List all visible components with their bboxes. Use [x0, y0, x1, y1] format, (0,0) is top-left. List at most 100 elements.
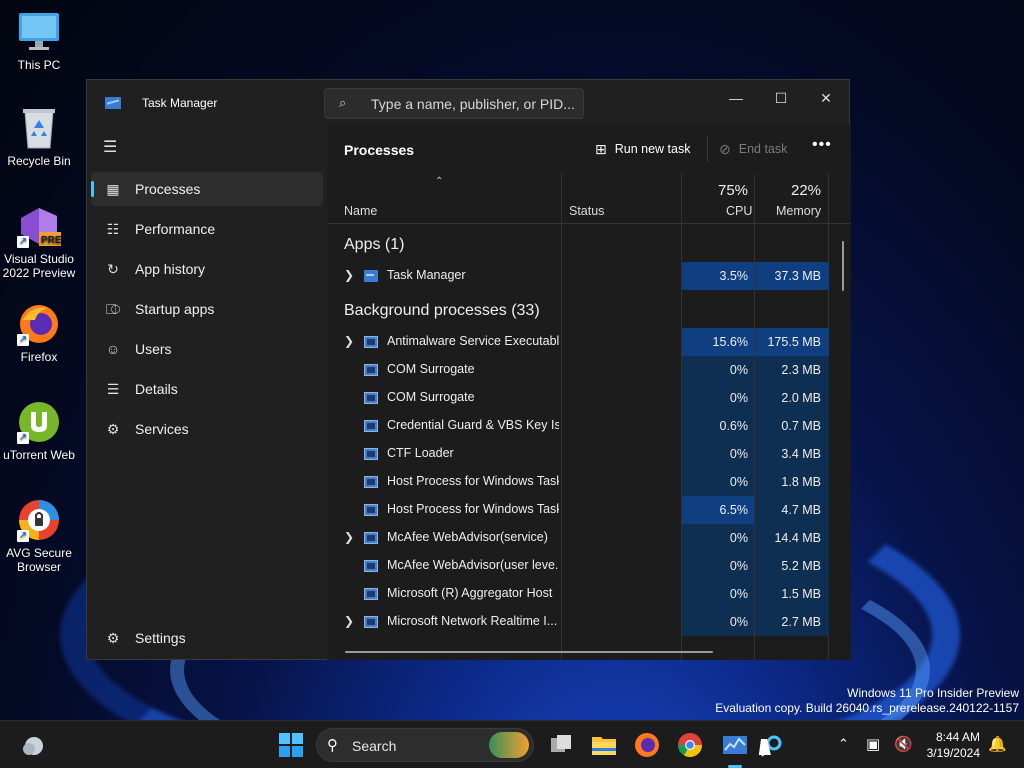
table-row[interactable]: Microsoft (R) Aggregator Host 0% 1.5 MB [327, 580, 851, 608]
column-memory[interactable]: Memory [776, 204, 821, 218]
nav-item-details[interactable]: ☰ Details [91, 372, 323, 406]
desktop-icon-visual-studio[interactable]: PRE ↗ Visual Studio 2022 Preview [0, 204, 78, 280]
desktop-icon-label: This PC [17, 58, 61, 72]
nav-item-label: App history [135, 261, 206, 277]
nav-item-users[interactable]: ☺ Users [91, 332, 323, 366]
utorrent-icon: ↗ [17, 400, 61, 444]
nav-item-processes[interactable]: ▦ Processes [91, 172, 323, 206]
process-cpu: 0% [682, 580, 754, 608]
taskbar: ⚲ Search ⌃ ▣ 🔇 8:44 AM 3/19/2024 🔔 [0, 720, 1024, 768]
network-icon[interactable]: ▣ [866, 735, 880, 768]
table-row[interactable]: ❯ Antimalware Service Executable 15.6% 1… [327, 328, 851, 356]
table-row[interactable]: Host Process for Windows Tasks 6.5% 4.7 … [327, 496, 851, 524]
monitor-icon [17, 10, 61, 54]
nav-item-startup-apps[interactable]: ⎄ Startup apps [91, 292, 323, 326]
table-row[interactable]: McAfee WebAdvisor(user leve... 0% 5.2 MB [327, 552, 851, 580]
horizontal-scrollbar[interactable] [345, 651, 713, 653]
close-button[interactable]: ✕ [804, 84, 848, 112]
end-task-button[interactable]: ⊘ End task [719, 134, 787, 164]
group-header-apps: Apps (1) [344, 236, 405, 253]
chevron-right-icon[interactable]: ❯ [344, 334, 354, 348]
chevron-right-icon[interactable]: ❯ [344, 268, 354, 282]
table-row[interactable]: ❯ McAfee WebAdvisor(service) 0% 14.4 MB [327, 524, 851, 552]
table-row[interactable]: Credential Guard & VBS Key Is... 0.6% 0.… [327, 412, 851, 440]
startup-icon: ⎄ [105, 300, 121, 317]
start-icon[interactable] [276, 730, 306, 760]
widgets-icon[interactable] [18, 730, 48, 760]
process-cpu: 3.5% [682, 262, 754, 290]
nav-item-settings[interactable]: ⚙ Settings [91, 621, 323, 655]
hamburger-menu-icon[interactable]: ☰ [103, 140, 119, 156]
file-explorer-icon[interactable] [589, 730, 619, 760]
users-icon: ☺ [105, 341, 121, 357]
notification-bell-icon[interactable]: 🔔 [988, 735, 1007, 768]
volume-muted-icon[interactable]: 🔇 [894, 735, 913, 768]
run-new-task-button[interactable]: ⊞ Run new task [595, 134, 690, 164]
desktop-icon-firefox[interactable]: ↗ Firefox [0, 302, 78, 364]
more-options-button[interactable]: ••• [812, 136, 832, 154]
process-memory: 37.3 MB [755, 262, 829, 290]
end-task-label: End task [738, 142, 788, 156]
pre-badge: PRE [41, 235, 62, 246]
search-box[interactable]: ⌕ [324, 88, 584, 119]
task-view-icon[interactable] [546, 730, 576, 760]
chrome-icon[interactable] [675, 730, 705, 760]
desktop-icon-utorrent[interactable]: ↗ uTorrent Web [0, 400, 78, 462]
column-name[interactable]: Name [344, 204, 377, 218]
services-icon: ⚙ [106, 420, 120, 437]
table-row[interactable]: ❯ Task Manager 3.5% 37.3 MB [327, 262, 851, 290]
settings-label: Settings [135, 630, 186, 646]
process-name: Host Process for Windows Tasks [387, 502, 559, 516]
table-row[interactable]: COM Surrogate 0% 2.0 MB [327, 384, 851, 412]
table-row[interactable]: Host Process for Windows Tasks 0% 1.8 MB [327, 468, 851, 496]
process-memory: 175.5 MB [755, 328, 829, 356]
column-status[interactable]: Status [569, 204, 604, 218]
process-name: COM Surrogate [387, 362, 475, 376]
table-row[interactable]: COM Surrogate 0% 2.3 MB [327, 356, 851, 384]
process-cpu: 0% [682, 356, 754, 384]
nav-item-performance[interactable]: ☷ Performance [91, 212, 323, 246]
firefox-icon[interactable] [632, 730, 662, 760]
sort-ascending-icon: ⌃ [435, 176, 444, 187]
nav-item-label: Processes [135, 181, 201, 197]
task-manager-icon [105, 97, 121, 109]
column-cpu[interactable]: CPU [726, 204, 752, 218]
performance-icon: ☷ [106, 220, 120, 237]
shortcut-arrow-icon: ↗ [17, 530, 29, 542]
processes-panel: Processes ⊞ Run new task ⊘ End task ••• … [327, 124, 851, 660]
show-hidden-icons-button[interactable]: ⌃ [838, 736, 849, 768]
end-task-icon: ⊘ [719, 140, 731, 157]
nav-item-app-history[interactable]: ↻ App history [91, 252, 323, 286]
watermark-line-2: Evaluation copy. Build 26040.rs_prerelea… [715, 701, 1019, 715]
nav-item-services[interactable]: ⚙ Services [91, 412, 323, 446]
task-manager-window: Task Manager ⌕ — ☐ ✕ ☰ ▦ Processes ☷ Per… [86, 79, 851, 660]
desktop-icon-this-pc[interactable]: This PC [0, 10, 78, 72]
table-row[interactable]: CTF Loader 0% 3.4 MB [327, 440, 851, 468]
desktop-icon-avg-browser[interactable]: ↗ AVG Secure Browser [0, 498, 78, 574]
process-cpu: 0% [682, 524, 754, 552]
search-input[interactable] [371, 94, 576, 114]
vertical-scrollbar[interactable] [842, 241, 844, 291]
maximize-button[interactable]: ☐ [759, 84, 803, 112]
process-name: Task Manager [387, 268, 466, 282]
cpu-total-percent: 75% [718, 182, 749, 199]
visual-studio-icon: PRE ↗ [17, 204, 62, 248]
system-clock[interactable]: 8:44 AM 3/19/2024 [927, 729, 980, 761]
chevron-right-icon[interactable]: ❯ [344, 614, 354, 628]
process-icon [364, 476, 378, 488]
desktop-icon-recycle-bin[interactable]: Recycle Bin [0, 106, 78, 168]
process-memory: 2.3 MB [755, 356, 829, 384]
process-cpu: 0% [682, 440, 754, 468]
taskbar-search[interactable]: ⚲ Search [316, 728, 534, 762]
process-name: Microsoft Network Realtime I... [387, 614, 558, 628]
minimize-button[interactable]: — [714, 84, 758, 112]
table-row[interactable]: ❯ Microsoft Network Realtime I... 0% 2.7… [327, 608, 851, 636]
task-manager-icon[interactable] [720, 730, 750, 760]
history-icon: ↻ [107, 260, 119, 277]
process-cpu: 0% [682, 552, 754, 580]
mouse-cursor [758, 739, 774, 755]
column-headers: ⌃ Name Status 75% CPU 22% Memory [327, 174, 851, 224]
title-bar[interactable]: Task Manager ⌕ — ☐ ✕ [87, 80, 849, 124]
avg-browser-icon: ↗ [17, 498, 61, 542]
chevron-right-icon[interactable]: ❯ [344, 530, 354, 544]
